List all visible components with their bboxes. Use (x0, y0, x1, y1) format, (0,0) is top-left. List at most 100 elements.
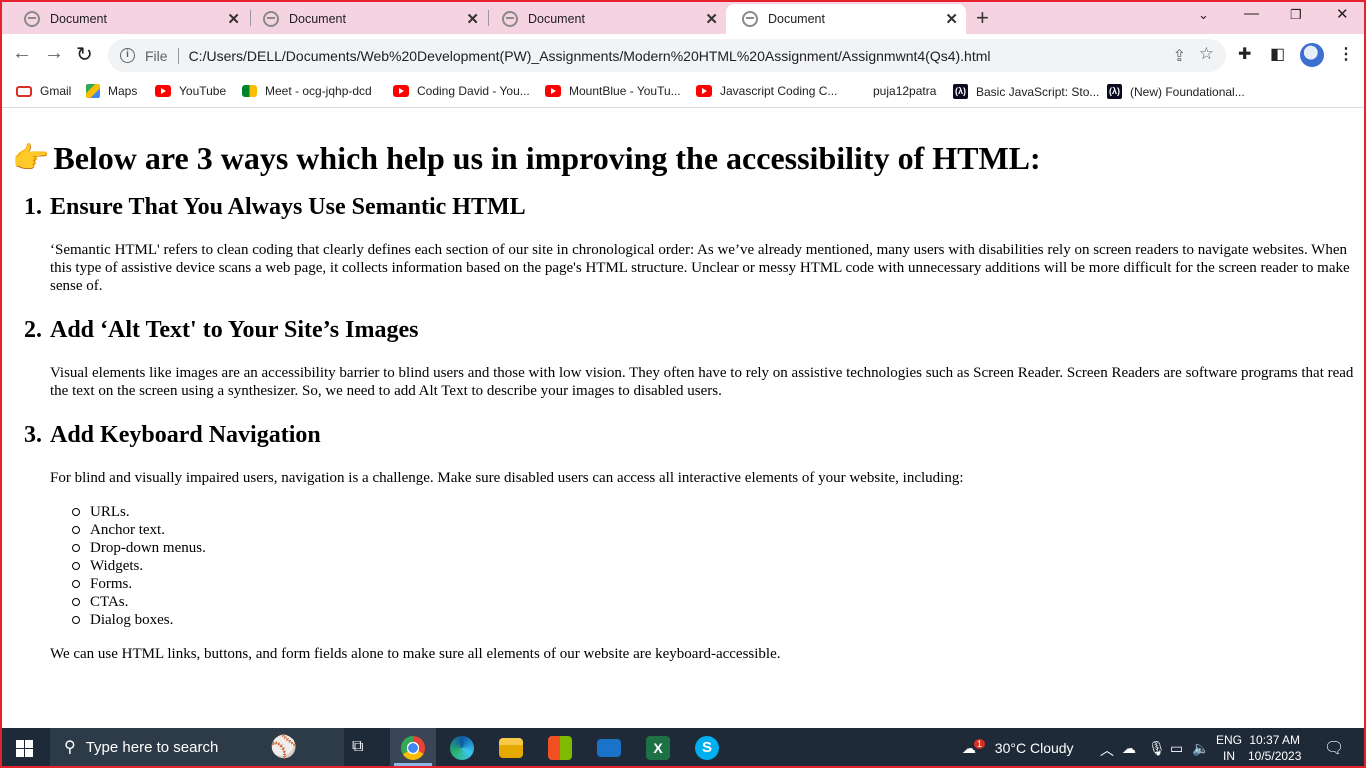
bookmark-label: YouTube (179, 84, 227, 98)
tab-title: Document (768, 12, 825, 26)
browser-toolbar: ← → ↻ i File C:/Users/DELL/Documents/Web… (2, 34, 1364, 76)
bookmark-basic-javascript[interactable]: (λ) Basic JavaScript: Sto... (953, 84, 1099, 99)
task-view-icon[interactable]: ⧉ (352, 738, 363, 756)
section-body-2: Visual elements like images are an acces… (50, 365, 1354, 399)
close-tab-icon[interactable]: ✕ (227, 10, 240, 28)
bookmark-maps[interactable]: Maps (86, 84, 137, 98)
baseball-bat-icon: ⚾ (270, 734, 298, 759)
notifications-icon[interactable]: 🗨 (1324, 738, 1344, 758)
restore-icon[interactable]: ❐ (1290, 7, 1302, 23)
section-number: 3. (24, 422, 42, 448)
url-text[interactable]: C:/Users/DELL/Documents/Web%20Developmen… (189, 48, 991, 64)
list-item: Drop-down menus. (72, 539, 1354, 557)
weather-badge: 1 (973, 739, 985, 749)
address-divider (177, 47, 179, 64)
tab-search-chevron-icon[interactable]: ⌄ (1198, 7, 1209, 23)
section-title-text: Add Keyboard Navigation (50, 422, 321, 448)
gmail-icon (16, 85, 32, 97)
section-body-1: ‘Semantic HTML' refers to clean coding t… (50, 242, 1350, 294)
search-icon: ⚲ (64, 739, 76, 756)
bookmark-foundational[interactable]: (λ) (New) Foundational... (1107, 84, 1245, 99)
scheme-label: File (145, 47, 168, 64)
bookmark-gmail[interactable]: Gmail (16, 84, 71, 98)
bookmark-label: Basic JavaScript: Sto... (976, 84, 1100, 99)
list-item: Forms. (72, 575, 1354, 593)
window-close-icon[interactable]: ✕ (1336, 5, 1349, 23)
taskbar-search-box[interactable]: ⚲ Type here to search ⚾ (50, 728, 344, 766)
tab-2[interactable]: Document ✕ (247, 4, 487, 34)
globe-icon (24, 11, 40, 27)
section-title-3: 3. Add Keyboard Navigation (24, 422, 1354, 449)
windows-start-icon[interactable] (16, 740, 33, 757)
back-arrow-icon[interactable]: ← (12, 42, 32, 65)
side-panel-icon[interactable]: ◧ (1270, 44, 1285, 64)
section-title-1: 1. Ensure That You Always Use Semantic H… (24, 194, 1354, 221)
region-code: IN (1223, 749, 1235, 763)
menu-kebab-icon[interactable]: ⋮ (1338, 44, 1354, 64)
tray-chevron-icon[interactable]: ︿ (1100, 740, 1114, 760)
bookmark-label: MountBlue - YouTu... (569, 84, 681, 98)
tab-title: Document (289, 12, 346, 26)
pointing-hand-icon: 👉 (12, 142, 50, 175)
bookmark-youtube[interactable]: YouTube (155, 84, 226, 98)
tab-3[interactable]: Document ✕ (486, 4, 726, 34)
page-heading-text: Below are 3 ways which help us in improv… (53, 140, 1041, 176)
chrome-icon[interactable] (401, 736, 425, 760)
skype-icon[interactable]: S (695, 736, 719, 760)
section-body-3: For blind and visually impaired users, n… (50, 470, 964, 486)
minimize-icon[interactable]: — (1244, 5, 1259, 22)
tab-4-active[interactable]: Document ✕ (726, 4, 966, 34)
speaker-icon[interactable]: 🔈 (1192, 740, 1209, 757)
bookmark-meet[interactable]: Meet - ocg-jqhp-dcd (242, 84, 372, 98)
globe-icon (263, 11, 279, 27)
section-footer-3: We can use HTML links, buttons, and form… (50, 646, 781, 662)
file-explorer-icon[interactable] (499, 738, 523, 758)
youtube-icon (545, 85, 561, 97)
system-clock[interactable]: 10:37 AM 10/5/2023 (1248, 732, 1301, 764)
edge-icon[interactable] (450, 736, 474, 760)
reload-icon[interactable]: ↻ (76, 42, 93, 67)
close-tab-icon[interactable]: ✕ (466, 10, 479, 28)
extensions-puzzle-icon[interactable]: ✚ (1238, 44, 1251, 64)
close-tab-icon[interactable]: ✕ (945, 10, 958, 28)
list-item: URLs. (72, 503, 1354, 521)
profile-avatar[interactable] (1300, 43, 1324, 67)
bookmark-star-icon[interactable]: ☆ (1199, 44, 1214, 64)
bookmark-javascript-coding[interactable]: Javascript Coding C... (696, 84, 837, 98)
section-title-2: 2. Add ‘Alt Text' to Your Site’s Images (24, 317, 1354, 344)
onedrive-cloud-icon[interactable]: ☁ (1122, 740, 1136, 757)
bookmark-label: Javascript Coding C... (720, 84, 838, 98)
forward-arrow-icon[interactable]: → (44, 42, 64, 65)
tab-title: Document (528, 12, 585, 26)
clock-date: 10/5/2023 (1248, 749, 1302, 763)
page-heading: 👉 Below are 3 ways which help us in impr… (12, 140, 1041, 177)
microphone-icon[interactable]: 🎙 (1148, 740, 1166, 757)
site-info-icon[interactable]: i (120, 48, 135, 63)
share-icon[interactable]: ⇪ (1173, 46, 1186, 66)
list-item: Widgets. (72, 557, 1354, 575)
freecodecamp-icon: (λ) (1107, 84, 1122, 99)
tab-1[interactable]: Document ✕ (8, 4, 248, 34)
new-tab-plus-icon[interactable]: + (976, 5, 989, 31)
list-item: Dialog boxes. (72, 611, 1354, 629)
globe-icon (742, 11, 758, 27)
active-app-indicator (394, 763, 432, 766)
bookmark-label: Maps (108, 84, 138, 98)
address-bar[interactable]: i File C:/Users/DELL/Documents/Web%20Dev… (108, 39, 1226, 72)
store-icon[interactable] (548, 736, 572, 760)
close-tab-icon[interactable]: ✕ (705, 10, 718, 28)
bookmark-mountblue[interactable]: MountBlue - YouTu... (545, 84, 681, 98)
section-number: 2. (24, 317, 42, 343)
weather-widget[interactable]: ☁ 1 30°C Cloudy (962, 739, 1074, 757)
mail-icon[interactable] (597, 739, 621, 757)
bookmark-puja12patra[interactable]: puja12patra (873, 84, 936, 98)
clock-time: 10:37 AM (1249, 733, 1301, 747)
bookmark-coding-david[interactable]: Coding David - You... (393, 84, 530, 98)
freecodecamp-icon: (λ) (953, 84, 968, 99)
excel-icon[interactable]: X (646, 736, 670, 760)
weather-text: 30°C Cloudy (994, 740, 1074, 756)
language-indicator[interactable]: ENG IN (1216, 732, 1242, 764)
globe-icon (502, 11, 518, 27)
section-title-text: Ensure That You Always Use Semantic HTML (50, 194, 526, 220)
battery-icon[interactable]: ▭ (1170, 740, 1183, 757)
